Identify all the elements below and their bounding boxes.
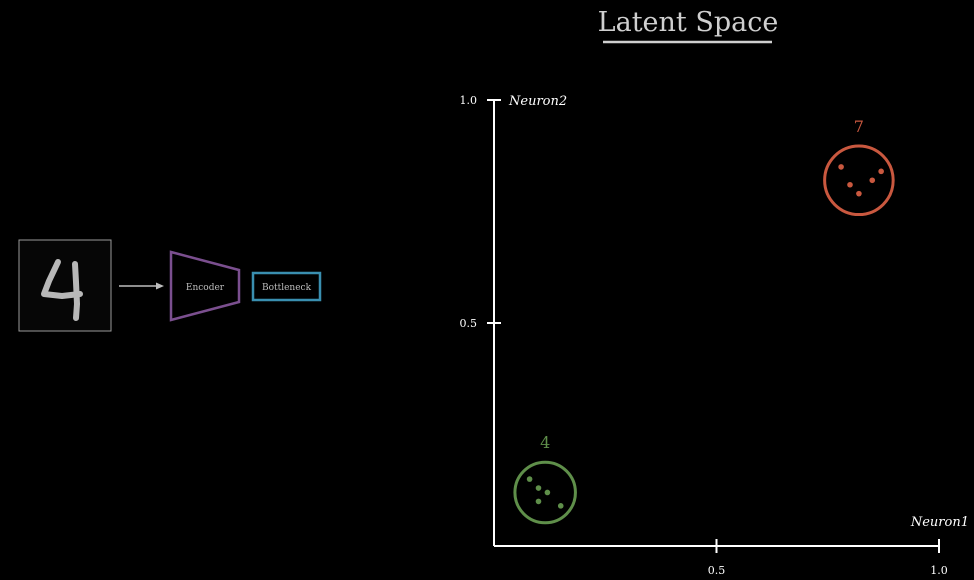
- y-tick-label: 0.5: [460, 317, 478, 330]
- y-axis-label: Neuron2: [508, 94, 567, 109]
- y-tick-label: 1.0: [460, 94, 478, 107]
- latent-space-diagram: Latent Space Encoder Bottleneck Neuron2 …: [18, 7, 970, 577]
- data-point: [544, 489, 551, 496]
- encoder-label: Encoder: [186, 283, 225, 293]
- x-tick-label: 0.5: [708, 564, 726, 577]
- data-point: [847, 181, 853, 188]
- data-point: [535, 498, 542, 505]
- data-point: [838, 164, 844, 170]
- data-point: [856, 190, 862, 197]
- input-image-frame: [18, 239, 112, 332]
- x-tick-label: 1.0: [930, 564, 948, 577]
- x-axis-label: Neuron1: [910, 515, 969, 530]
- data-point: [878, 168, 884, 175]
- data-point: [557, 503, 564, 509]
- cluster-label: 4: [540, 433, 550, 452]
- data-point: [535, 485, 542, 491]
- cluster-4: 4: [513, 433, 577, 525]
- cluster-7: 7: [823, 117, 895, 217]
- cluster-label: 7: [854, 117, 864, 136]
- data-point: [526, 476, 533, 482]
- data-point: [869, 177, 876, 184]
- right-arrow-icon: [119, 282, 164, 290]
- page-title: Latent Space: [598, 7, 779, 38]
- latent-space-chart: Neuron2 Neuron1 0.5 1.0 0.5 1.0 7 4: [460, 94, 970, 577]
- cluster-boundary: [823, 144, 895, 217]
- bottleneck-label: Bottleneck: [262, 283, 312, 293]
- digit-four-image: [18, 239, 112, 332]
